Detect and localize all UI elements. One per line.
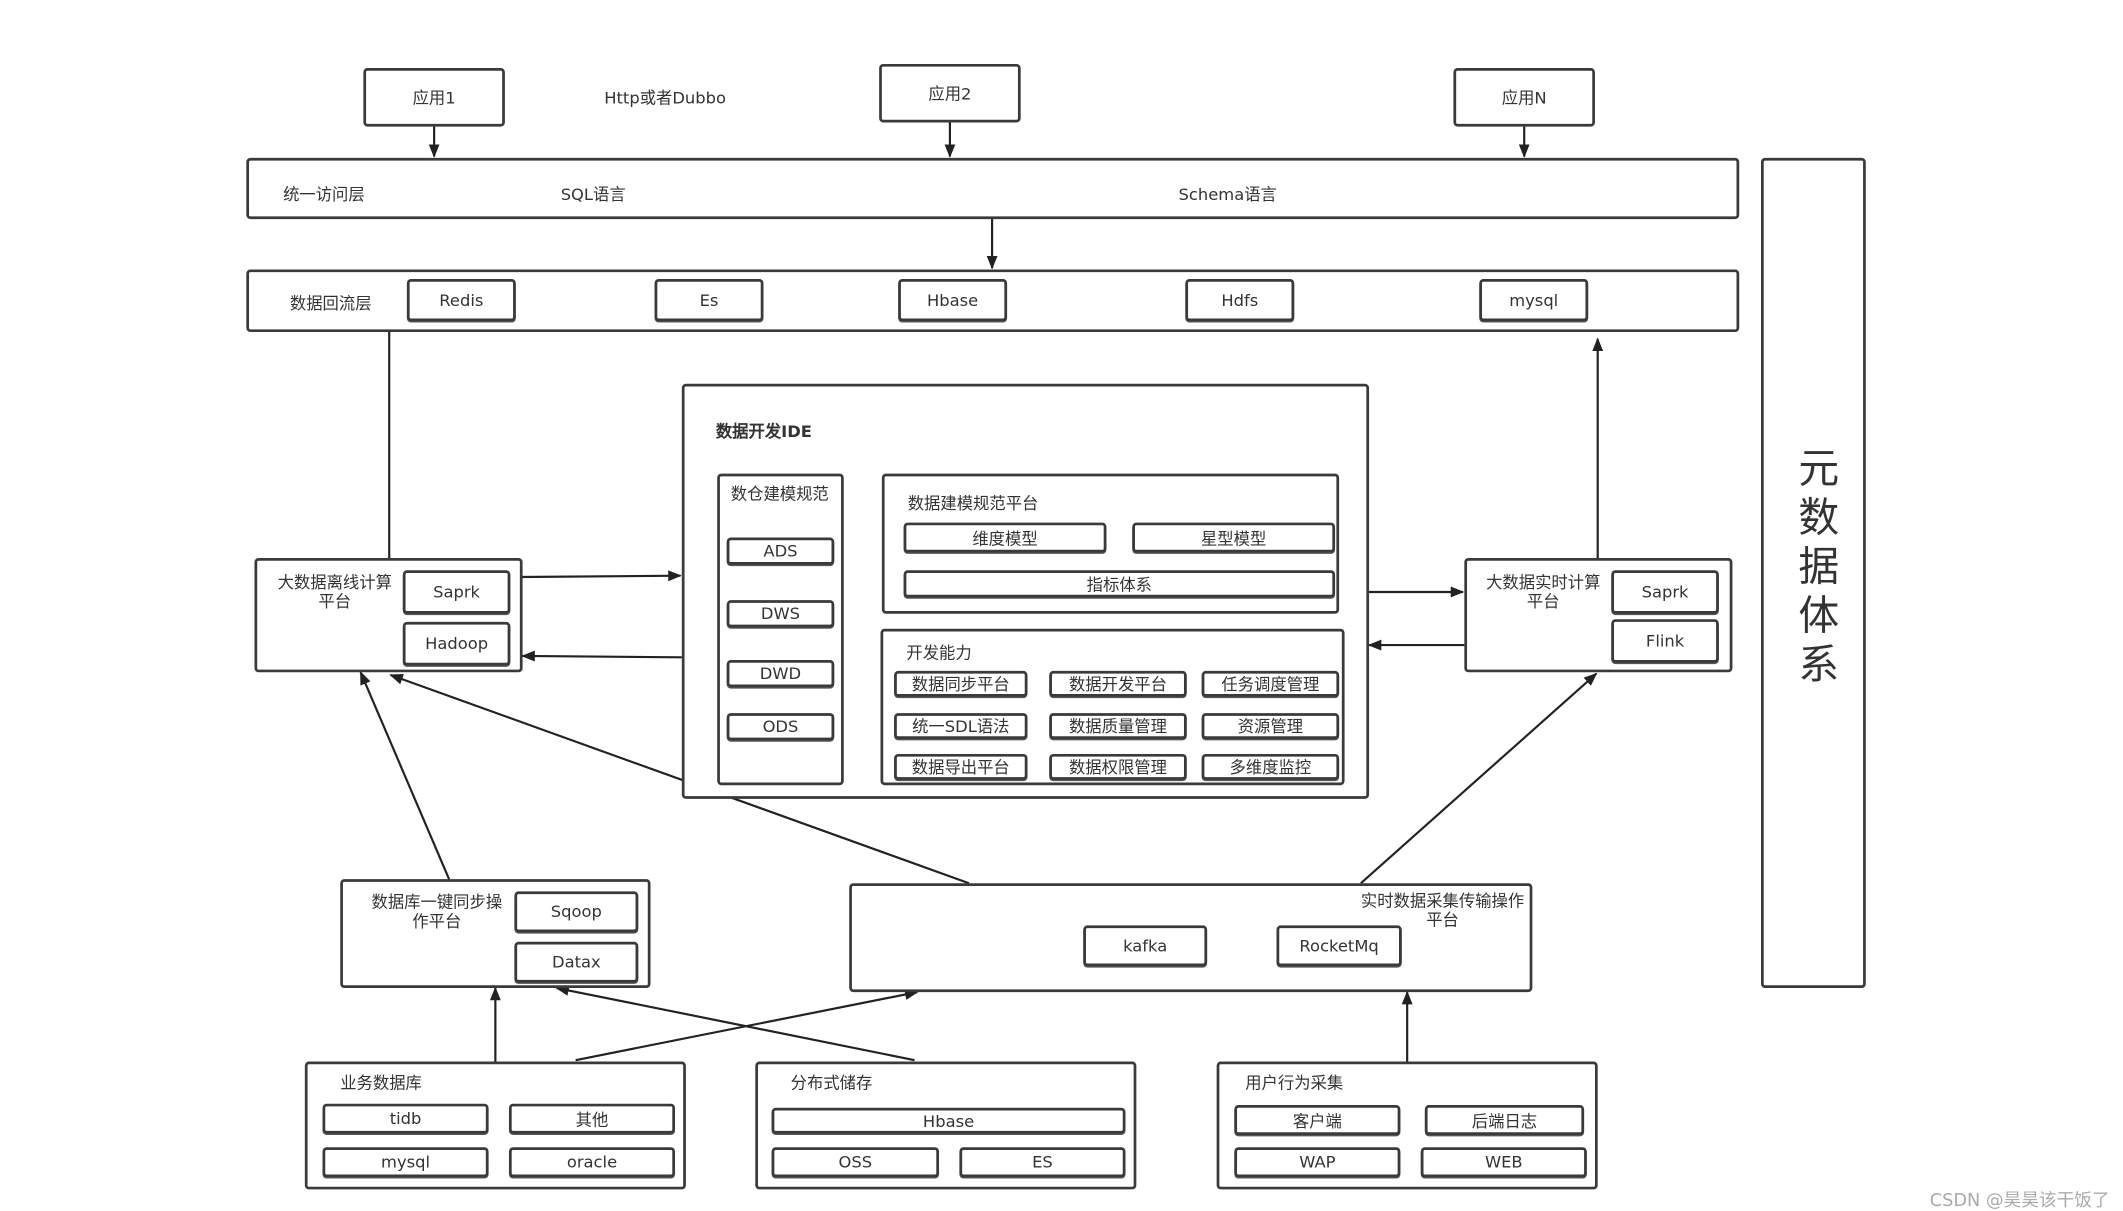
offline-spark: Saprk	[402, 570, 511, 614]
backflow-hdfs: Hdfs	[1185, 278, 1295, 322]
realtime-title: 大数据实时计算平台	[1486, 572, 1601, 612]
modeling-dimension: 维度模型	[903, 522, 1107, 553]
behavior-backend-log: 后端日志	[1424, 1105, 1585, 1135]
dev-capability-item: 数据导出平台	[894, 753, 1028, 780]
realtime-spark: Saprk	[1611, 570, 1719, 614]
offline-hadoop: Hadoop	[402, 621, 511, 666]
bizdb-tidb: tidb	[322, 1103, 489, 1134]
access-layer-label: 统一访问层	[283, 185, 365, 205]
schema-label: Schema语言	[1178, 185, 1277, 205]
warehouse-title: 数仓建模规范	[730, 484, 829, 504]
bizdb-oracle: oracle	[508, 1147, 676, 1178]
storage-title: 分布式储存	[790, 1073, 873, 1093]
storage-hbase: Hbase	[771, 1107, 1126, 1134]
sql-label: SQL语言	[560, 185, 626, 205]
layer-ods: ODS	[726, 713, 835, 741]
storage-oss: OSS	[771, 1147, 940, 1178]
dev-capability-item: 数据质量管理	[1049, 713, 1187, 739]
bizdb-title: 业务数据库	[340, 1073, 422, 1093]
bizdb-other: 其他	[508, 1103, 676, 1134]
collect-rocketmq: RocketMq	[1276, 925, 1402, 967]
app-1-box: 应用1	[363, 68, 505, 127]
metadata-system: 元数据体系	[1761, 157, 1866, 989]
arrow	[1360, 672, 1598, 885]
backflow-hbase: Hbase	[898, 278, 1008, 322]
bizdb-mysql: mysql	[322, 1147, 489, 1178]
dbsync-title: 数据库一键同步操作平台	[371, 892, 503, 931]
dev-title: 开发能力	[906, 643, 972, 663]
ide-title: 数据开发IDE	[715, 421, 812, 441]
protocol-label: Http或者Dubbo	[604, 88, 727, 108]
collect-kafka: kafka	[1083, 925, 1208, 967]
dev-capability-item: 数据开发平台	[1049, 670, 1187, 697]
arrow	[521, 570, 682, 582]
layer-ads: ADS	[726, 537, 835, 565]
storage-es: ES	[959, 1147, 1126, 1178]
backflow-mysql: mysql	[1479, 278, 1589, 322]
dbsync-datax: Datax	[514, 941, 639, 983]
watermark: CSDN @昊昊该干饭了	[1929, 1190, 2110, 1211]
modeling-star: 星型模型	[1132, 522, 1336, 553]
dev-capability-item: 资源管理	[1201, 713, 1340, 739]
layer-dws: DWS	[726, 600, 835, 628]
app-2-box: 应用2	[879, 63, 1021, 123]
dev-capability-item: 数据同步平台	[894, 670, 1028, 697]
dev-capability-item: 数据权限管理	[1049, 753, 1187, 780]
dev-capability-item: 任务调度管理	[1201, 670, 1340, 697]
offline-title: 大数据离线计算平台	[277, 572, 392, 612]
behavior-client: 客户端	[1234, 1105, 1401, 1135]
metadata-label: 元数据体系	[1790, 446, 1838, 692]
dev-capability-item: 多维度监控	[1201, 753, 1340, 780]
app-n-box: 应用N	[1453, 68, 1595, 127]
layer-dwd: DWD	[726, 660, 835, 688]
realtime-flink: Flink	[1611, 619, 1719, 663]
behavior-title: 用户行为采集	[1245, 1073, 1344, 1093]
behavior-web: WEB	[1420, 1147, 1587, 1178]
arrow	[521, 650, 682, 662]
backflow-layer-label: 数据回流层	[289, 293, 372, 314]
modeling-metrics: 指标体系	[903, 570, 1336, 598]
architecture-diagram: 应用1 应用2 应用N Http或者Dubbo 统一访问层 SQL语言 Sche…	[0, 0, 2123, 1211]
behavior-wap: WAP	[1234, 1147, 1401, 1178]
backflow-redis: Redis	[406, 278, 516, 322]
collect-title: 实时数据采集传输操作平台	[1360, 891, 1525, 930]
access-layer	[246, 157, 1740, 220]
dev-capability-item: 统一SDL语法	[894, 713, 1028, 739]
backflow-es: Es	[654, 278, 764, 322]
arrow	[555, 985, 915, 1062]
modeling-title: 数据建模规范平台	[907, 494, 1039, 514]
arrow	[359, 671, 451, 880]
dbsync-sqoop: Sqoop	[514, 891, 639, 933]
